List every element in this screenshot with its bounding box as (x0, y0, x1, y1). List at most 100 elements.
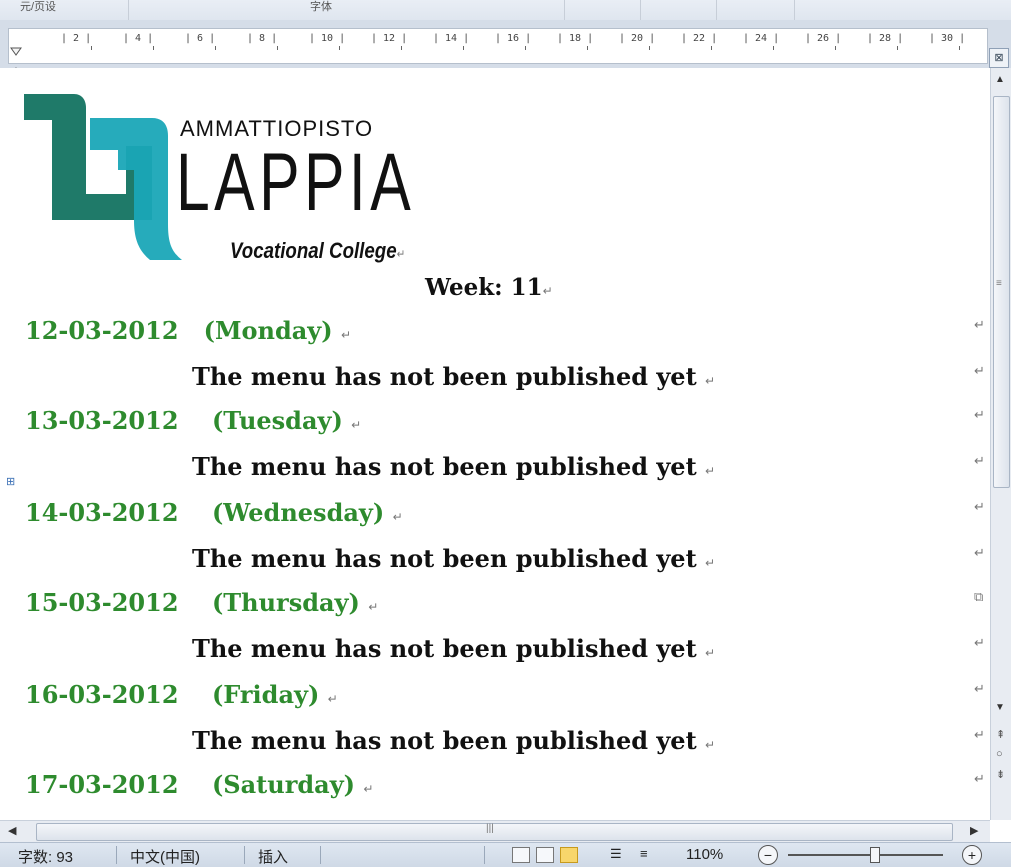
menu-line: The menu has not been published yet ↵ (192, 544, 715, 573)
select-browse-object-icon[interactable]: ○ (996, 748, 1003, 760)
horizontal-ruler[interactable]: | 2 | | 4 | | 6 | | 8 | | 10 | | 12 | | 14 | | … (8, 28, 988, 64)
vertical-scroll-thumb[interactable] (993, 96, 1010, 488)
outline-view-icon[interactable]: ☰ (610, 846, 622, 862)
ruler-tick (215, 46, 216, 50)
scroll-left-icon[interactable]: ◀ (8, 824, 16, 837)
ruler-mark: | 16 | (495, 33, 532, 44)
ribbon-group-a[interactable] (564, 0, 641, 20)
zoom-out-icon[interactable]: − (758, 845, 778, 865)
paragraph-mark-icon: ↵ (705, 556, 716, 570)
status-divider (320, 846, 321, 864)
zoom-in-icon[interactable]: + (962, 845, 982, 865)
zoom-level[interactable]: 110% (686, 846, 723, 863)
scroll-up-icon[interactable]: ▲ (995, 74, 1005, 85)
ruler-tick (587, 46, 588, 50)
day-weekday: (Monday) (203, 316, 333, 345)
ruler-tick (897, 46, 898, 50)
menu-line: The menu has not been published yet ↵ (192, 634, 715, 663)
ruler-tick (339, 46, 340, 50)
grip-icon: ≡ (996, 278, 1002, 289)
paragraph-mark-icon: ↵ (396, 247, 406, 261)
cell-end-mark-icon: ↵ (974, 728, 985, 743)
week-label: Week: 11 (425, 274, 543, 301)
logo-line-vocational-college: Vocational College↵ (230, 238, 405, 264)
ruler-mark: | 10 | (309, 33, 346, 44)
menu-text: The menu has not been published yet (192, 726, 697, 755)
ruler-mark: | 30 | (929, 33, 966, 44)
scroll-right-icon[interactable]: ▶ (970, 824, 978, 837)
cell-end-mark-icon: ↵ (974, 546, 985, 561)
menu-line: The menu has not been published yet ↵ (192, 452, 715, 481)
ruler-area: | 2 | | 4 | | 6 | | 8 | | 10 | | 12 | | 14 | | … (0, 20, 1011, 82)
day-weekday: (Tuesday) (211, 406, 343, 435)
ruler-mark: | 14 | (433, 33, 470, 44)
scroll-down-icon[interactable]: ▼ (995, 702, 1005, 713)
ruler-tick (525, 46, 526, 50)
cell-end-mark-icon: ↵ (974, 500, 985, 515)
zoom-slider-thumb[interactable] (870, 847, 880, 863)
cell-end-mark-icon: ↵ (974, 682, 985, 697)
day-line: 13-03-2012 (Tuesday) ↵ (25, 406, 361, 435)
language-indicator[interactable]: 中文(中国) (130, 846, 200, 867)
table-move-handle-icon[interactable]: ⊞ (6, 475, 15, 488)
ruler-mark: | 2 | (61, 33, 92, 44)
ruler-tick (463, 46, 464, 50)
logo-line-lappia: LAPPIA (176, 137, 416, 228)
paragraph-mark-icon: ↵ (340, 328, 352, 342)
paragraph-mark-icon: ↵ (705, 464, 716, 478)
word-count[interactable]: 字数: 93 (18, 846, 73, 867)
ruler-mark: | 22 | (681, 33, 718, 44)
print-layout-view-icon[interactable] (512, 847, 530, 863)
logo-subtitle-text: Vocational College (230, 238, 397, 263)
cell-end-mark-icon: ⧉ (974, 590, 984, 605)
paragraph-mark-icon: ↵ (705, 738, 716, 752)
paragraph-mark-icon: ↵ (542, 284, 553, 298)
menu-line: The menu has not been published yet ↵ (192, 726, 715, 755)
insert-mode-indicator[interactable]: 插入 (258, 846, 288, 867)
paragraph-mark-icon: ↵ (392, 510, 403, 524)
paragraph-mark-icon: ↵ (351, 418, 362, 432)
day-line: 17-03-2012 (Saturday) ↵ (25, 770, 373, 799)
status-divider (244, 846, 245, 864)
document-page[interactable]: AMMATTIOPISTO LAPPIA Vocational College↵… (0, 68, 990, 820)
ribbon-strip: 元/页设 字体 (0, 0, 1011, 21)
day-date: 12-03-2012 (25, 316, 179, 345)
day-line: 14-03-2012 (Wednesday) ↵ (25, 498, 403, 527)
paragraph-mark-icon: ↵ (705, 374, 716, 388)
vertical-scrollbar[interactable]: ▲ ≡ ▼ ⇞ ○ ⇟ (990, 68, 1011, 820)
day-weekday: (Saturday) (211, 770, 355, 799)
day-date: 16-03-2012 (25, 680, 179, 709)
ribbon-group-paragraph[interactable]: 元/页设 (0, 0, 129, 20)
horizontal-scrollbar[interactable]: ◀ ||| ▶ (0, 820, 990, 843)
day-date: 15-03-2012 (25, 588, 179, 617)
ribbon-group-font[interactable]: 字体 (128, 0, 565, 20)
horizontal-scroll-thumb[interactable] (36, 823, 953, 841)
cell-end-mark-icon: ↵ (974, 318, 985, 333)
ruler-tick (959, 46, 960, 50)
ruler-tick (277, 46, 278, 50)
menu-text: The menu has not been published yet (192, 634, 697, 663)
menu-text: The menu has not been published yet (192, 362, 697, 391)
ruler-mark: | 26 | (805, 33, 842, 44)
menu-text: The menu has not been published yet (192, 544, 697, 573)
status-divider (484, 846, 485, 864)
ruler-mark: | 24 | (743, 33, 780, 44)
ribbon-group-b[interactable] (640, 0, 717, 20)
lappia-logo-icon (24, 94, 182, 260)
day-date: 13-03-2012 (25, 406, 179, 435)
ruler-tick (773, 46, 774, 50)
previous-page-icon[interactable]: ⇞ (996, 728, 1005, 741)
web-layout-view-icon[interactable] (560, 847, 578, 863)
ruler-mark: | 20 | (619, 33, 656, 44)
cell-end-mark-icon: ↵ (974, 772, 985, 787)
cell-end-mark-icon: ↵ (974, 408, 985, 423)
day-line: 16-03-2012 (Friday) ↵ (25, 680, 338, 709)
view-ruler-toggle-icon[interactable]: ⊠ (989, 48, 1009, 68)
paragraph-mark-icon: ↵ (368, 600, 379, 614)
ribbon-group-c[interactable] (716, 0, 795, 20)
full-screen-reading-view-icon[interactable] (536, 847, 554, 863)
zoom-slider[interactable] (788, 854, 943, 856)
next-page-icon[interactable]: ⇟ (996, 768, 1005, 781)
paragraph-mark-icon: ↵ (363, 782, 374, 796)
draft-view-icon[interactable]: ≡ (640, 846, 648, 861)
